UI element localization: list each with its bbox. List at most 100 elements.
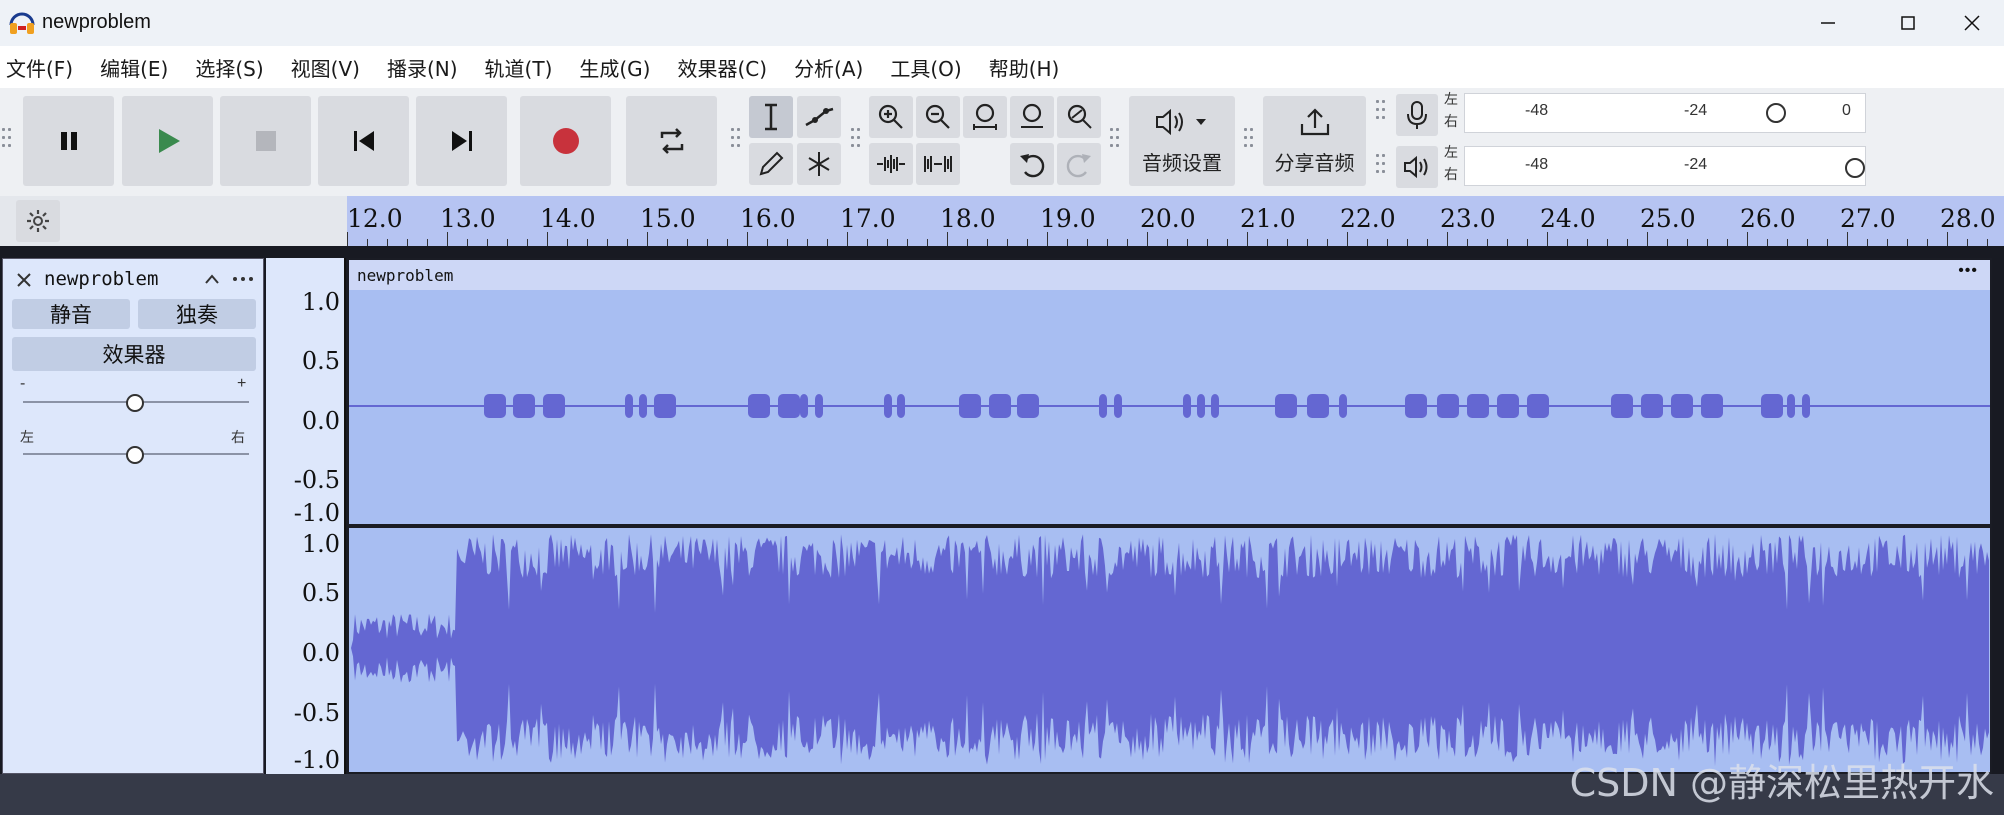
skip-to-end-button[interactable] <box>416 96 507 186</box>
waveform-burst <box>654 394 676 418</box>
menu-tools[interactable]: 工具(O) <box>890 53 961 82</box>
ruler-tick <box>347 232 348 246</box>
ruler-tick <box>1947 232 1948 246</box>
selection-tool-button[interactable] <box>749 96 793 138</box>
ruler-tick <box>1907 239 1908 246</box>
menu-select[interactable]: 选择(S) <box>195 53 263 82</box>
redo-icon <box>1066 154 1091 178</box>
menu-view[interactable]: 视图(V) <box>291 53 360 82</box>
ruler-tick <box>987 239 988 246</box>
close-window-button[interactable] <box>1940 0 2004 46</box>
playback-volume-slider-thumb[interactable] <box>1843 156 1867 180</box>
toolbar-grip-icon[interactable] <box>731 128 741 152</box>
maximize-button[interactable] <box>1876 0 1940 46</box>
multi-tool-button[interactable] <box>797 143 841 185</box>
amplitude-ruler[interactable]: 1.0 0.5 0.0 -0.5 -1.0 1.0 0.5 0.0 -0.5 -… <box>266 258 346 774</box>
timeline-ruler[interactable]: 12.0 13.0 14.0 15.0 16.0 17.0 18.0 19.0 … <box>347 196 2004 246</box>
speaker-icon <box>1404 155 1428 179</box>
toolbar-grip-icon[interactable] <box>1376 154 1386 178</box>
pause-button[interactable] <box>23 96 114 186</box>
loop-button[interactable] <box>626 96 717 186</box>
pan-slider-thumb[interactable] <box>124 444 146 466</box>
close-track-icon[interactable] <box>15 271 33 289</box>
toolbar-grip-icon[interactable] <box>851 128 861 152</box>
gain-slider-thumb[interactable] <box>124 392 146 414</box>
menu-analyze[interactable]: 分析(A) <box>794 53 863 82</box>
menu-tracks[interactable]: 轨道(T) <box>485 53 553 82</box>
collapse-track-icon[interactable] <box>203 271 221 289</box>
menu-edit[interactable]: 编辑(E) <box>100 53 168 82</box>
ruler-tick <box>927 239 928 246</box>
clip-menu-button[interactable]: ••• <box>1958 262 1978 280</box>
trim-audio-button[interactable] <box>869 143 913 185</box>
playback-meter-button[interactable] <box>1396 146 1438 188</box>
fit-project-button[interactable] <box>1010 96 1054 138</box>
toolbar-grip-icon[interactable] <box>1244 128 1254 152</box>
stop-button[interactable] <box>220 96 311 186</box>
waveform-burst <box>1701 394 1723 418</box>
amplitude-label: 0.5 <box>301 347 340 375</box>
undo-button[interactable] <box>1010 143 1054 185</box>
ruler-tick <box>1307 239 1308 246</box>
solo-button[interactable]: 独奏 <box>138 299 256 329</box>
menu-transport[interactable]: 播录(N) <box>387 53 458 82</box>
ruler-tick <box>887 239 888 246</box>
record-meter-button[interactable] <box>1396 94 1438 136</box>
menu-effects[interactable]: 效果器(C) <box>677 53 767 82</box>
zoom-in-button[interactable] <box>869 96 913 138</box>
clip-header[interactable]: newproblem ••• <box>349 260 1990 290</box>
amplitude-label: 1.0 <box>301 288 340 316</box>
ruler-tick <box>547 232 548 246</box>
fit-selection-button[interactable] <box>963 96 1007 138</box>
audio-clip-left-channel[interactable] <box>347 258 1992 526</box>
waveform-burst <box>1761 394 1783 418</box>
minimize-icon <box>1821 22 1835 24</box>
toolbar-grip-icon[interactable] <box>2 128 12 152</box>
ruler-tick <box>767 239 768 246</box>
watermark: CSDN @静深松里热开水 <box>1569 761 1994 805</box>
share-audio-button[interactable]: 分享音频 <box>1263 96 1366 186</box>
timeline-options-button[interactable] <box>16 200 60 242</box>
envelope-tool-button[interactable] <box>797 96 841 138</box>
toolbar-grip-icon[interactable] <box>1376 100 1386 124</box>
ruler-tick <box>1447 232 1448 246</box>
zoom-out-button[interactable] <box>916 96 960 138</box>
audio-clip-right-channel[interactable] <box>347 526 1992 774</box>
skip-to-start-button[interactable] <box>318 96 409 186</box>
silence-audio-button[interactable] <box>916 143 960 185</box>
zoom-toggle-button[interactable] <box>1057 96 1101 138</box>
menu-file[interactable]: 文件(F) <box>6 53 73 82</box>
ruler-tick <box>587 239 588 246</box>
silence-icon <box>924 156 952 172</box>
record-volume-slider-thumb[interactable] <box>1764 101 1788 125</box>
playback-meter-mark-48: -48 <box>1525 156 1549 173</box>
effects-button[interactable]: 效果器 <box>12 337 256 371</box>
menu-help[interactable]: 帮助(H) <box>989 53 1060 82</box>
menu-generate[interactable]: 生成(G) <box>579 53 650 82</box>
ruler-label: 24.0 <box>1540 204 1596 233</box>
track-name[interactable]: newproblem <box>44 268 158 290</box>
ruler-tick <box>1767 239 1768 246</box>
play-button[interactable] <box>122 96 213 186</box>
mute-button[interactable]: 静音 <box>12 299 130 329</box>
track-menu-icon[interactable] <box>231 273 255 285</box>
ruler-tick <box>367 239 368 246</box>
ruler-tick <box>1527 239 1528 246</box>
ruler-tick <box>1787 239 1788 246</box>
ruler-tick <box>1847 232 1848 246</box>
ruler-label: 21.0 <box>1240 204 1296 233</box>
ruler-tick <box>1587 239 1588 246</box>
toolbar-grip-icon[interactable] <box>1110 128 1120 152</box>
draw-tool-button[interactable] <box>749 143 793 185</box>
audio-setup-button[interactable]: 音频设置 <box>1129 96 1235 186</box>
record-button[interactable] <box>520 96 611 186</box>
redo-button[interactable] <box>1057 143 1101 185</box>
minimize-button[interactable] <box>1796 0 1860 46</box>
record-meter-right-label: 右 <box>1444 114 1458 130</box>
amplitude-label: -1.0 <box>293 746 340 774</box>
waveform-burst <box>1671 394 1693 418</box>
ruler-tick <box>1427 239 1428 246</box>
ruler-label: 26.0 <box>1740 204 1796 233</box>
ruler-tick <box>1107 239 1108 246</box>
waveform-burst <box>748 394 770 418</box>
